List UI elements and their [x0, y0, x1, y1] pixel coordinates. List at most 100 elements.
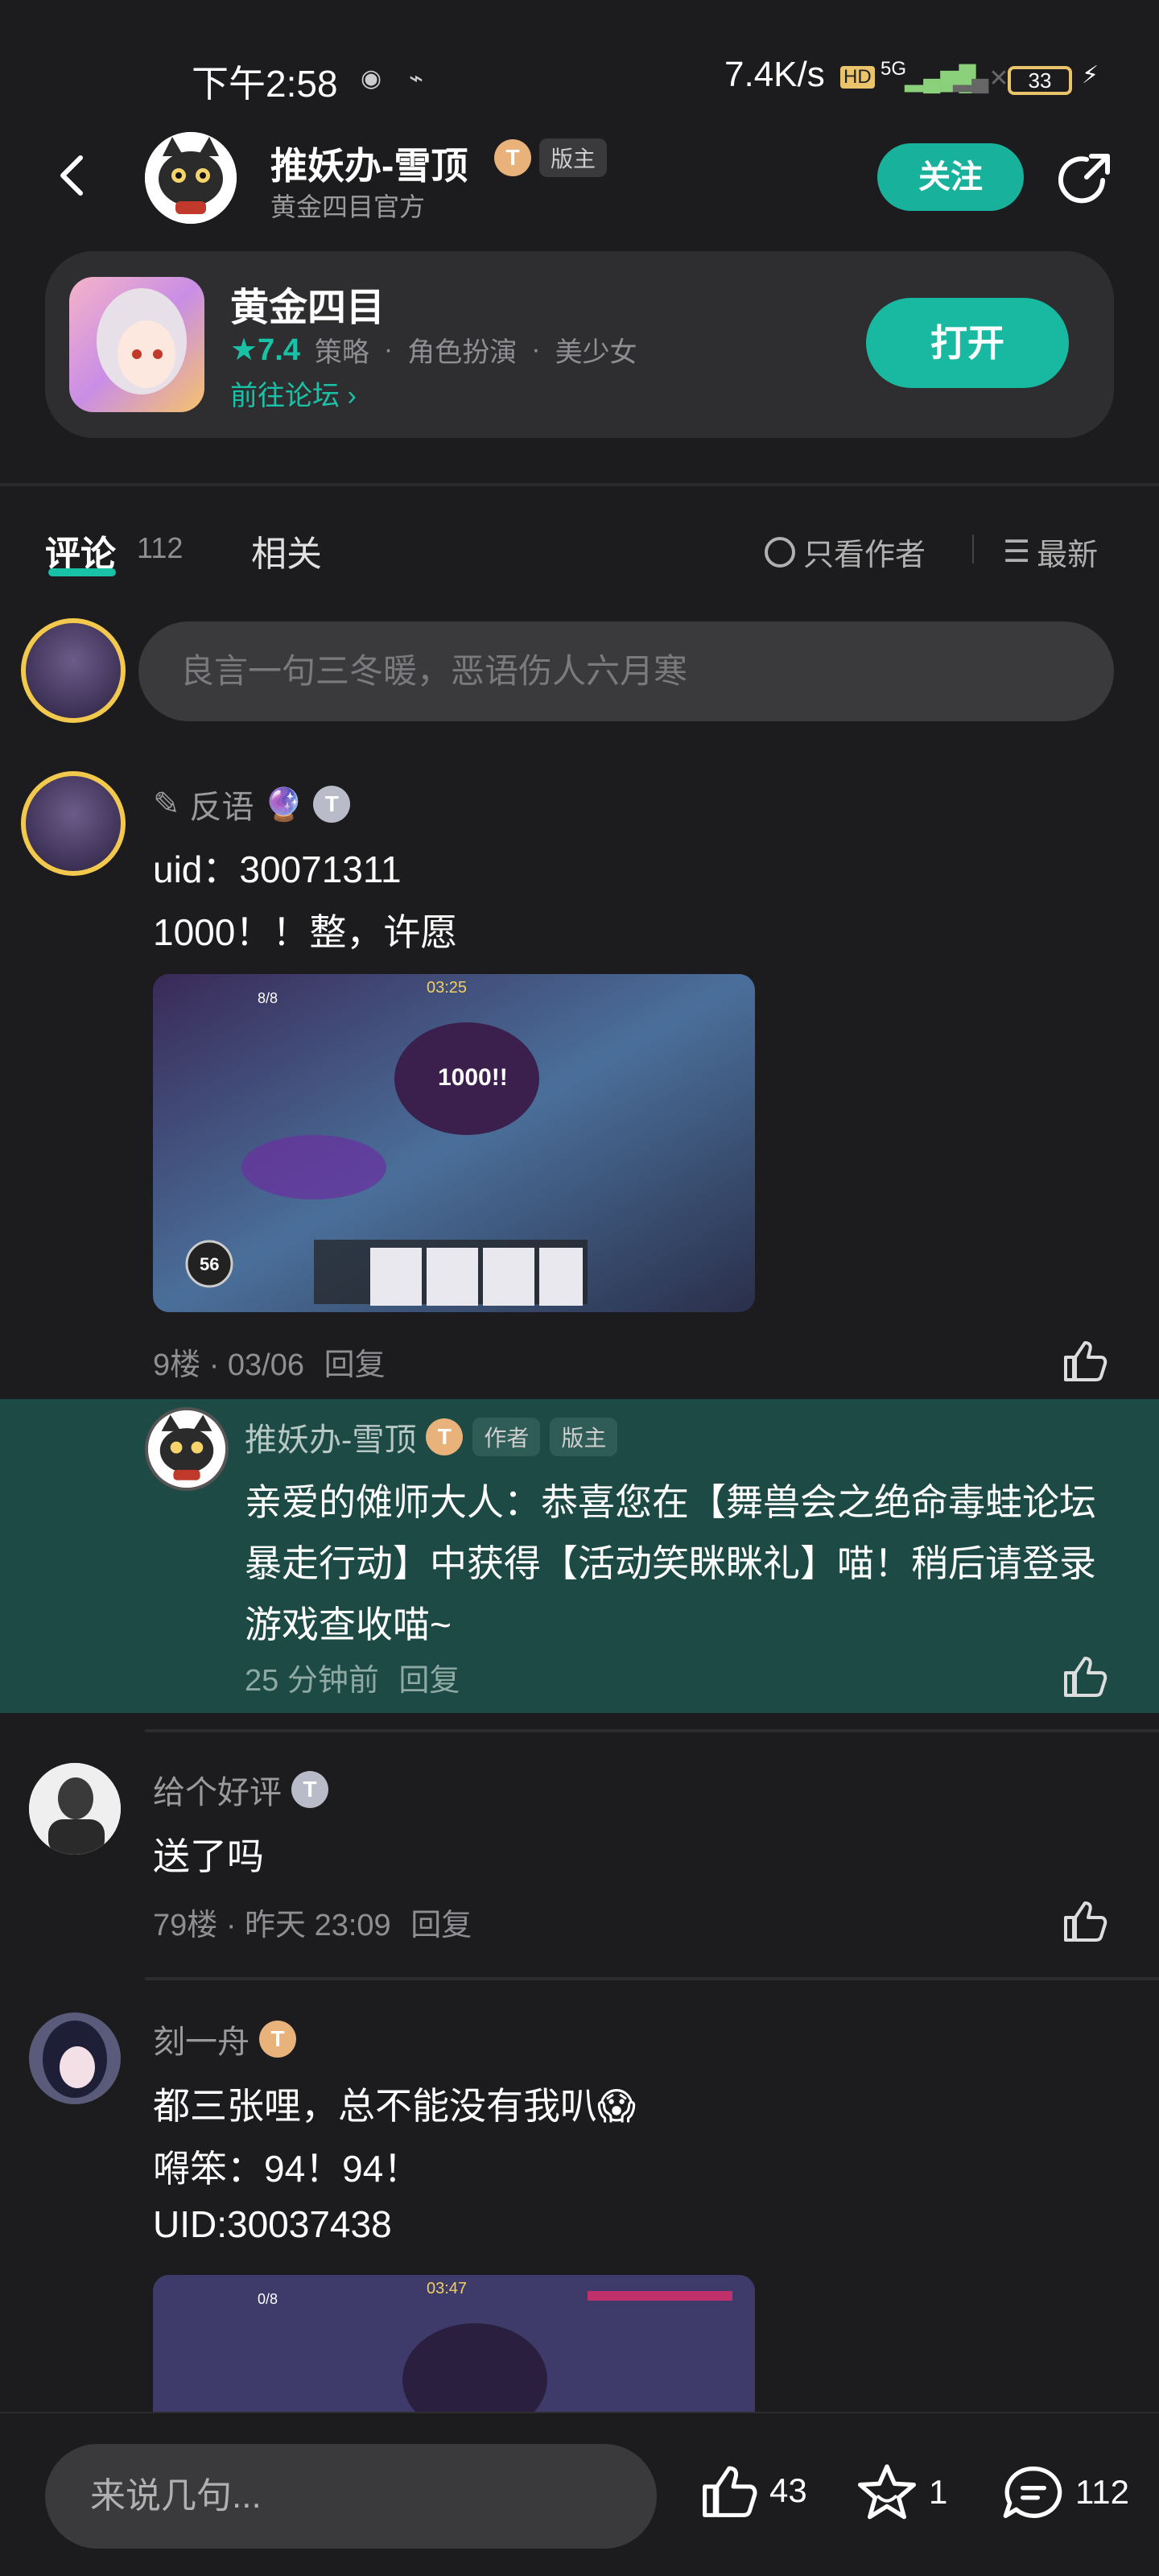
network-speed: 7.4K/s [724, 55, 825, 94]
comment-text: 都三张哩，总不能没有我叭😱 [153, 2085, 636, 2127]
thumbs-up-icon[interactable] [1061, 1898, 1109, 1943]
comment-meta: 79楼 · 昨天 23:09 回复 [153, 1900, 472, 1944]
author-avatar[interactable] [145, 132, 237, 224]
comment-total: 112 [1075, 2473, 1129, 2511]
dot-separator: · [383, 334, 394, 365]
reply-name-row: 推妖办-雪顶 T 作者 版主 [245, 1414, 618, 1460]
star-icon [858, 2464, 916, 2520]
bottom-comment-input[interactable]: 来说几句... [45, 2444, 657, 2549]
notification-icon: ◉ [361, 65, 382, 92]
comment-item: 给个好评 T 送了吗 79楼 · 昨天 23:09 回复 [0, 1755, 1159, 1964]
comment-bubble-icon [1003, 2466, 1062, 2518]
battery-icon: 33 [1008, 66, 1072, 95]
unit-count: 8/8 [258, 990, 278, 1006]
game-tag: 角色扮演 [407, 337, 518, 368]
reply-author-name[interactable]: 推妖办-雪顶 [245, 1414, 416, 1460]
thumbs-up-icon[interactable] [1061, 1653, 1109, 1699]
section-divider [0, 483, 1159, 486]
floor-date: 79楼 · 昨天 23:09 [153, 1909, 391, 1942]
game-title: 黄金四目 [230, 287, 386, 329]
reply-button[interactable]: 回复 [398, 1664, 460, 1698]
level-badge: T [313, 786, 351, 823]
top-bar: 推妖办-雪顶 T 版主 黄金四目官方 关注 [0, 129, 1159, 225]
medal-icon: 🔮 [263, 786, 304, 823]
comment-image[interactable]: 03:25 1000!! 8/8 56 [153, 974, 755, 1312]
comment-image[interactable]: 03:47 0/8 [153, 2275, 755, 2412]
game-card[interactable]: 黄金四目 ★7.4 策略 · 角色扮演 · 美少女 前往论坛 › 打开 [45, 251, 1114, 438]
comment-input[interactable]: 良言一句三冬暖，恶语伤人六月寒 [138, 621, 1114, 721]
forum-link[interactable]: 前往论坛 › [230, 374, 357, 413]
favorite-count: 1 [929, 2473, 948, 2511]
commenter-name-row: 给个好评 T [153, 1766, 328, 1813]
back-arrow-icon[interactable] [48, 151, 97, 200]
tab-related[interactable]: 相关 [251, 525, 322, 576]
author-subtitle: 黄金四目官方 [270, 192, 426, 221]
star-icon: ★ [230, 333, 258, 367]
commenter-avatar[interactable] [21, 771, 126, 876]
tab-indicator [48, 568, 116, 576]
chevron-right-icon: › [347, 381, 357, 411]
commenter-name-row: ✎ 反语 🔮 T [153, 781, 351, 828]
floor-date: 9楼 · 03/06 [153, 1348, 304, 1382]
commenter-name[interactable]: 刻一舟 [153, 2016, 250, 2062]
author-name[interactable]: 推妖办-雪顶 [270, 137, 468, 190]
status-bar: 下午2:58 ◉ ⌁ 7.4K/s HD 5G ▂▄▆█ ▂▄✕ 33 ⚡ [0, 0, 1159, 129]
comment-text: UID:30037438 [153, 2203, 392, 2245]
moderator-tag: 版主 [539, 138, 608, 177]
comment-item: ✎ 反语 🔮 T uid：30071311 1000！！整，许愿 03:25 1… [0, 757, 1159, 1393]
like-count: 43 [769, 2471, 807, 2509]
game-icon [69, 277, 204, 412]
reply-avatar[interactable] [145, 1407, 229, 1491]
game-tag: 美少女 [555, 337, 637, 368]
pencil-icon: ✎ [153, 786, 180, 822]
commenter-avatar[interactable] [29, 1763, 121, 1855]
author-badges: T 版主 [494, 138, 608, 177]
commenter-name-row: 刻一舟 T [153, 2016, 296, 2062]
level-badge: T [291, 1771, 328, 1808]
reply-text: 亲爱的傩师大人：恭喜您在【舞兽会之绝命毒蛙论坛暴走行动】中获得【活动笑眯眯礼】喵… [245, 1481, 1096, 1645]
open-game-button[interactable]: 打开 [866, 298, 1069, 388]
sort-icon: ☰ [1003, 535, 1031, 569]
radio-icon [765, 536, 795, 568]
game-timer: 03:25 [427, 979, 468, 997]
charging-icon: ⚡ [1082, 62, 1099, 89]
thumbs-up-icon[interactable] [1061, 1338, 1109, 1383]
comments-button[interactable]: 112 [1001, 2462, 1129, 2523]
moderator-tag: 版主 [550, 1418, 618, 1456]
comment-item: 刻一舟 T 都三张哩，总不能没有我叭😱 嘚笨：94！94！ UID:300374… [0, 2004, 1159, 2412]
comment-text: 送了吗 [153, 1835, 264, 1877]
sort-label: 最新 [1037, 539, 1099, 572]
commenter-name[interactable]: 反语 [190, 781, 254, 828]
follow-button[interactable]: 关注 [877, 143, 1024, 211]
share-icon[interactable] [1054, 148, 1116, 209]
divider [972, 535, 974, 564]
sort-button[interactable]: ☰ 最新 [1003, 530, 1098, 574]
status-time: 下午2:58 [192, 63, 338, 105]
commenter-avatar[interactable] [29, 2013, 121, 2104]
comment-text: uid：30071311 [153, 848, 402, 890]
reply-button[interactable]: 回复 [410, 1909, 472, 1942]
game-meta: ★7.4 策略 · 角色扮演 · 美少女 [230, 330, 637, 369]
reply-button[interactable]: 回复 [324, 1348, 386, 1382]
level-number: 56 [200, 1254, 220, 1274]
level-badge: T [259, 2021, 296, 2058]
comment-count: 112 [137, 531, 184, 564]
comment-tabs: 评论 112 相关 只看作者 ☰ 最新 [0, 515, 1159, 588]
like-button[interactable]: 43 [699, 2462, 807, 2520]
comment-text: 嘚笨：94！94！ [153, 2148, 421, 2190]
network-type: 5G [881, 58, 907, 80]
level-badge: T [494, 139, 531, 176]
only-author-toggle[interactable]: 只看作者 [765, 530, 926, 574]
comment-divider [145, 1977, 1159, 1980]
commenter-name[interactable]: 给个好评 [153, 1766, 282, 1813]
forum-link-label: 前往论坛 [230, 381, 340, 411]
comment-meta: 9楼 · 03/06 回复 [153, 1340, 386, 1384]
reply-meta: 25 分钟前 回复 [245, 1655, 460, 1699]
hd-icon: HD [840, 66, 875, 89]
author-tag: 作者 [472, 1418, 541, 1456]
bottom-bar: 来说几句... 43 1 112 [0, 2412, 1159, 2576]
author-reply: 推妖办-雪顶 T 作者 版主 亲爱的傩师大人：恭喜您在【舞兽会之绝命毒蛙论坛暴走… [0, 1399, 1159, 1713]
favorite-button[interactable]: 1 [855, 2462, 947, 2523]
my-avatar [21, 618, 126, 723]
unit-count: 0/8 [258, 2291, 278, 2307]
